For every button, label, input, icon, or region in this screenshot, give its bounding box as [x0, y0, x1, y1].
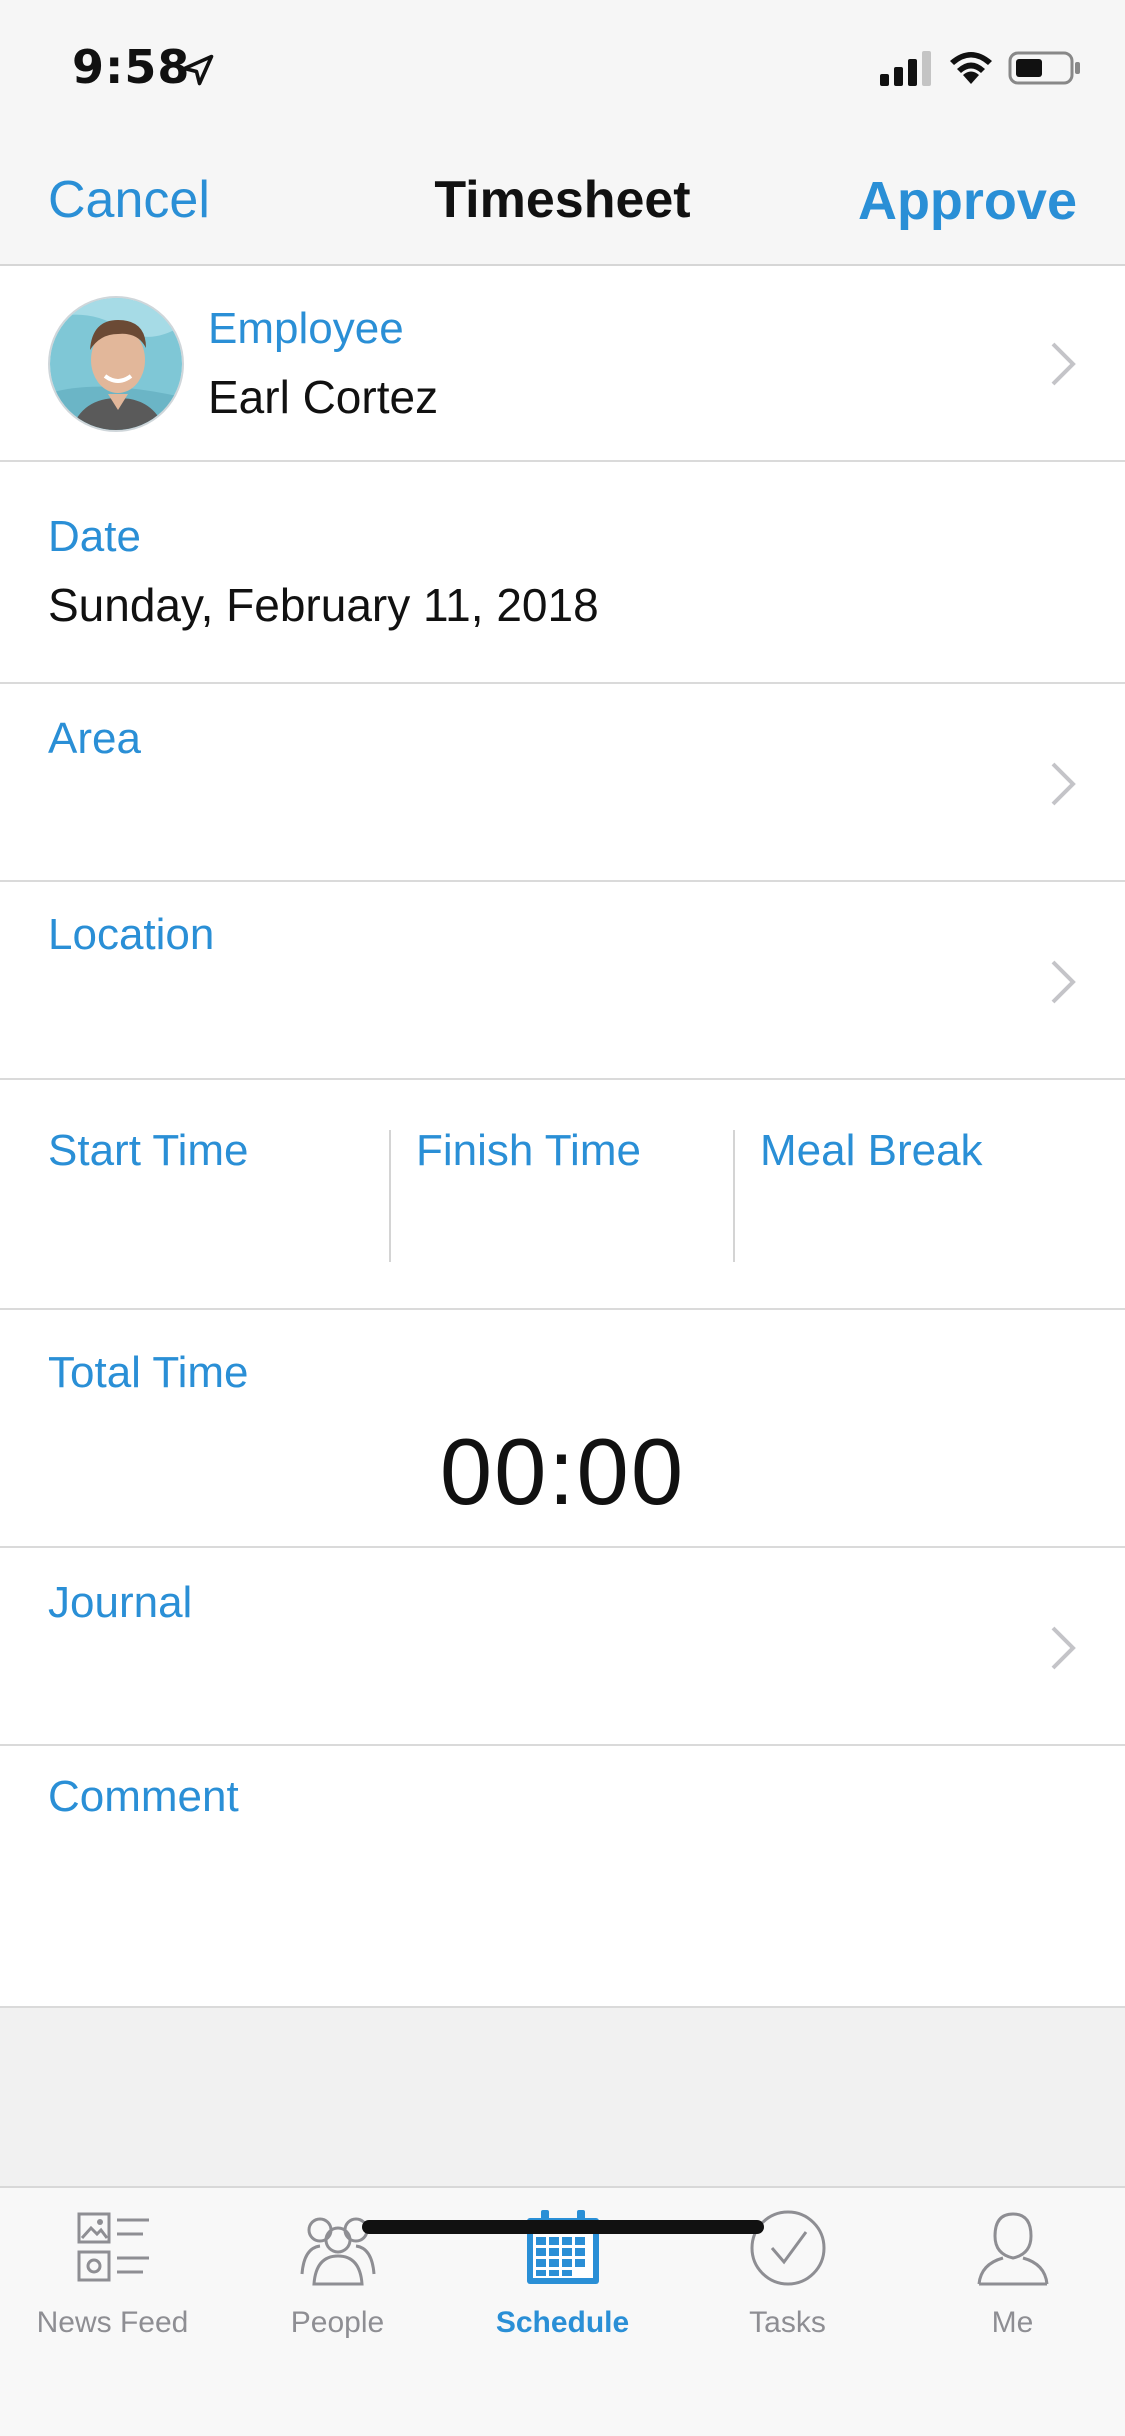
divider: [733, 1130, 735, 1262]
location-label: Location: [48, 910, 215, 959]
divider: [389, 1130, 391, 1262]
total-time-value: 00:00: [439, 1419, 686, 1524]
finish-time-field[interactable]: Finish Time: [416, 1080, 732, 1310]
employee-name: Earl Cortez: [208, 371, 439, 423]
wifi-icon: [950, 52, 992, 84]
chevron-right-icon: [1051, 960, 1076, 1004]
chevron-right-icon: [1051, 762, 1076, 806]
meal-break-field[interactable]: Meal Break: [760, 1080, 1080, 1310]
employee-label: Employee: [208, 304, 404, 353]
times-row: Start Time Finish Time Meal Break: [0, 1080, 1125, 1310]
comment-label: Comment: [48, 1772, 239, 1821]
start-time-field[interactable]: Start Time: [48, 1080, 388, 1310]
approve-button[interactable]: Approve: [858, 170, 1077, 232]
chevron-right-icon: [1051, 1626, 1076, 1670]
tab-label: Tasks: [749, 2306, 826, 2339]
timesheet-form: Employee Earl Cortez Date Sunday, Februa…: [0, 266, 1125, 2008]
status-time: 9:58: [72, 40, 191, 94]
location-row[interactable]: Location: [0, 882, 1125, 1080]
news-feed-icon: [77, 2212, 149, 2282]
employee-row[interactable]: Employee Earl Cortez: [0, 266, 1125, 462]
area-label: Area: [48, 714, 141, 763]
date-value: Sunday, February 11, 2018: [48, 579, 599, 631]
navigation-bar: Cancel Timesheet Approve: [0, 132, 1125, 266]
avatar: [48, 296, 184, 432]
cellular-signal-icon: [880, 51, 931, 86]
status-bar: 9:58: [0, 0, 1125, 132]
finish-time-label: Finish Time: [416, 1126, 641, 1175]
total-time-row: Total Time 00:00: [0, 1310, 1125, 1548]
chevron-right-icon: [1051, 342, 1076, 386]
tab-label: News Feed: [36, 2306, 189, 2339]
comment-row[interactable]: Comment: [0, 1746, 1125, 2008]
person-icon: [977, 2212, 1048, 2286]
journal-row[interactable]: Journal: [0, 1548, 1125, 1746]
start-time-label: Start Time: [48, 1126, 249, 1175]
location-arrow-icon: [182, 54, 214, 86]
tab-me[interactable]: Me: [900, 2208, 1125, 2358]
date-label: Date: [48, 512, 141, 561]
tab-news-feed[interactable]: News Feed: [0, 2208, 225, 2358]
battery-icon: [1008, 51, 1080, 85]
cancel-button[interactable]: Cancel: [48, 170, 210, 230]
meal-break-label: Meal Break: [760, 1126, 983, 1175]
tab-label: People: [290, 2306, 385, 2339]
area-row[interactable]: Area: [0, 684, 1125, 882]
journal-label: Journal: [48, 1578, 193, 1627]
tab-label: Schedule: [495, 2306, 630, 2339]
date-row[interactable]: Date Sunday, February 11, 2018: [0, 462, 1125, 684]
tab-label: Me: [991, 2306, 1034, 2339]
home-indicator: [362, 2220, 764, 2234]
total-time-label: Total Time: [48, 1348, 249, 1397]
